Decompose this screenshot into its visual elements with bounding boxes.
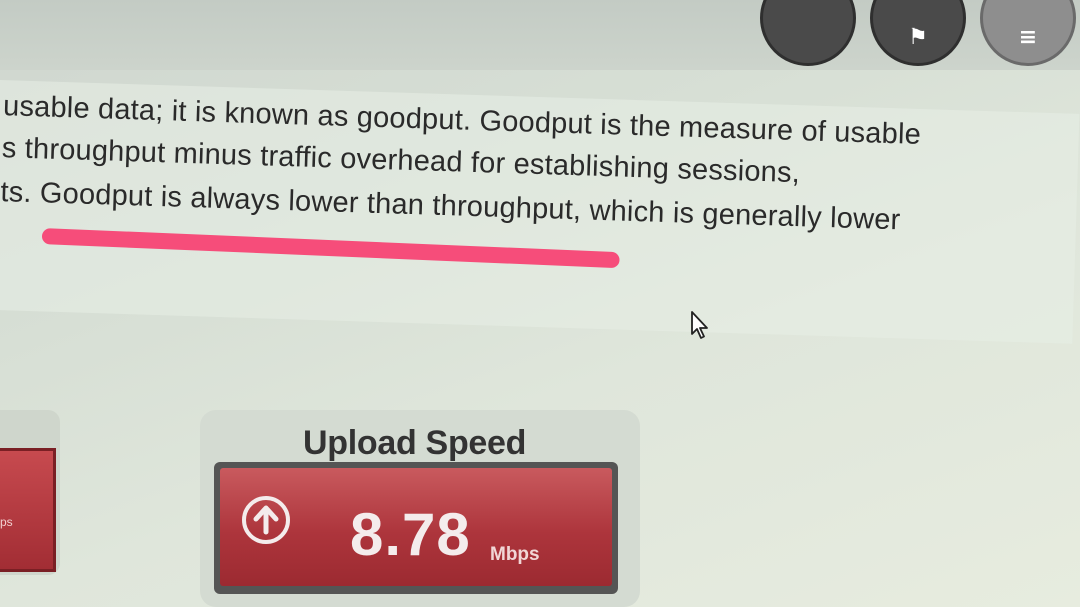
download-speed-panel <box>0 448 56 572</box>
mouse-pointer-icon <box>691 311 708 339</box>
upload-speed-title: Upload Speed <box>303 424 527 462</box>
upload-arrow-icon <box>242 496 290 544</box>
upload-speed-value: 8.78 <box>350 501 471 568</box>
download-speed-unit: ps <box>0 515 13 529</box>
upload-speed-unit: Mbps <box>490 544 540 565</box>
menu-icon: ≡ <box>1018 25 1038 50</box>
bookmark-icon: ⚑ <box>908 25 928 50</box>
article-text-block: usable data; it is known as goodput. Goo… <box>0 80 1080 344</box>
